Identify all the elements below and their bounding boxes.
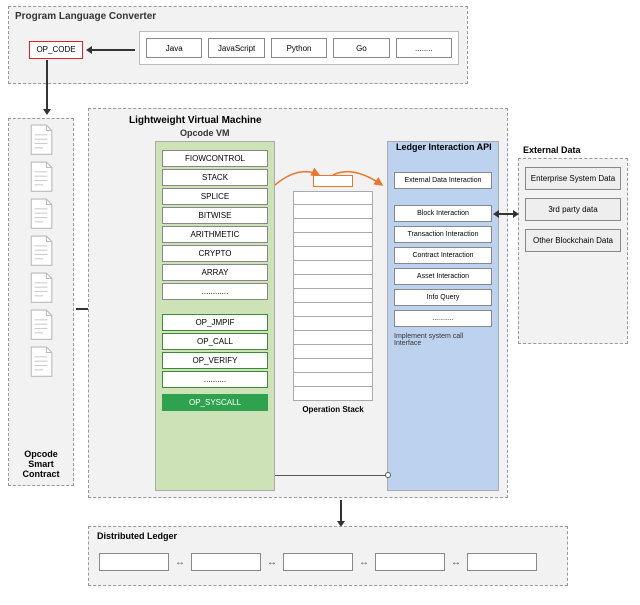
converter-title: Program Language Converter xyxy=(15,11,156,22)
cat-item: ............ xyxy=(162,283,268,300)
cat-item: SPLICE xyxy=(162,188,268,205)
document-icon xyxy=(28,124,54,156)
stack-row xyxy=(293,373,373,387)
stack-row xyxy=(293,205,373,219)
cat-item: CRYPTO xyxy=(162,245,268,262)
stack-row xyxy=(293,359,373,373)
stack-row xyxy=(293,233,373,247)
ext-item: Other Blockchain Data xyxy=(525,229,621,252)
stack-rows xyxy=(293,191,373,401)
stack-row xyxy=(293,275,373,289)
ext-item: 3rd party data xyxy=(525,198,621,221)
external-data-panel: External Data Enterprise System Data 3rd… xyxy=(518,158,628,344)
distributed-ledger-panel: Distributed Ledger ↔ ↔ ↔ ↔ xyxy=(88,526,568,586)
document-icon xyxy=(28,309,54,341)
stack-row xyxy=(293,289,373,303)
api-item: ........... xyxy=(394,310,492,327)
vm-title: Lightweight Virtual Machine xyxy=(129,115,262,126)
arrow-opcode-to-contract xyxy=(46,60,48,110)
ledger-api-items: External Data Interaction Block Interact… xyxy=(394,172,492,327)
api-item: Asset Interaction xyxy=(394,268,492,285)
cat-item: ARRAY xyxy=(162,264,268,281)
lang-item: ........ xyxy=(396,38,452,58)
op-item: OP_VERIFY xyxy=(162,352,268,369)
arrow-vm-to-ledger xyxy=(340,500,342,522)
external-data-interaction: External Data Interaction xyxy=(394,172,492,189)
arrow-ledger-to-external xyxy=(498,213,514,215)
lang-item: JavaScript xyxy=(208,38,264,58)
stack-row xyxy=(293,261,373,275)
cat-item: FIOWCONTROL xyxy=(162,150,268,167)
op-syscall: OP_SYSCALL xyxy=(162,394,268,411)
stack-row xyxy=(293,331,373,345)
syscall-connector-dot xyxy=(385,472,391,478)
ext-item: Enterprise System Data xyxy=(525,167,621,190)
stack-row xyxy=(293,303,373,317)
chain-link-icon: ↔ xyxy=(175,557,185,568)
opcode-smart-contract-panel: Opcode Smart Contract xyxy=(8,118,74,486)
api-item: Block Interaction xyxy=(394,205,492,222)
op-item: OP_JMPIF xyxy=(162,314,268,331)
cat-item: STACK xyxy=(162,169,268,186)
program-language-converter-panel: Program Language Converter OP_CODE Java … xyxy=(8,6,468,84)
opvm-title: Opcode VM xyxy=(180,128,230,138)
document-icon xyxy=(28,198,54,230)
cat-item: ARITHMETIC xyxy=(162,226,268,243)
block xyxy=(375,553,445,571)
chain-link-icon: ↔ xyxy=(267,557,277,568)
dl-title: Distributed Ledger xyxy=(97,531,177,541)
block xyxy=(283,553,353,571)
opcode-categories: FIOWCONTROL STACK SPLICE BITWISE ARITHME… xyxy=(162,150,268,300)
api-item: Contract Interaction xyxy=(394,247,492,264)
stack-row xyxy=(293,345,373,359)
stack-row xyxy=(293,317,373,331)
chain-link-icon: ↔ xyxy=(451,557,461,568)
lang-item: Java xyxy=(146,38,202,58)
external-title: External Data xyxy=(523,145,581,155)
stack-row xyxy=(293,387,373,401)
chain-link-icon: ↔ xyxy=(359,557,369,568)
opstack-caption: Operation Stack xyxy=(293,405,373,414)
syscall-note: Implement system call Interface xyxy=(388,333,498,347)
syscall-line xyxy=(275,475,387,476)
block xyxy=(191,553,261,571)
api-item: Info Query xyxy=(394,289,492,306)
block xyxy=(467,553,537,571)
ledger-api-title: Ledger Interaction API xyxy=(392,138,502,156)
document-icons xyxy=(9,124,73,378)
lightweight-vm-panel: Lightweight Virtual Machine Opcode VM FI… xyxy=(88,108,508,498)
stack-row xyxy=(293,191,373,205)
document-icon xyxy=(28,161,54,193)
op-item: OP_CALL xyxy=(162,333,268,350)
ledger-api-panel: Ledger Interaction API External Data Int… xyxy=(387,141,499,491)
stack-row xyxy=(293,247,373,261)
opcode-box: OP_CODE xyxy=(29,41,83,59)
opcode-vm-panel: Opcode VM FIOWCONTROL STACK SPLICE BITWI… xyxy=(155,141,275,491)
cat-item: BITWISE xyxy=(162,207,268,224)
language-row: Java JavaScript Python Go ........ xyxy=(139,31,459,65)
document-icon xyxy=(28,272,54,304)
block-chain: ↔ ↔ ↔ ↔ xyxy=(99,553,557,571)
op-item: .......... xyxy=(162,371,268,388)
lang-item: Go xyxy=(333,38,389,58)
operation-stack: Operation Stack xyxy=(293,175,373,485)
osc-caption: Opcode Smart Contract xyxy=(13,449,69,479)
block xyxy=(99,553,169,571)
stack-row xyxy=(293,219,373,233)
api-item: Transaction Interaction xyxy=(394,226,492,243)
document-icon xyxy=(28,346,54,378)
opcode-ops: OP_JMPIF OP_CALL OP_VERIFY .......... xyxy=(162,314,268,388)
document-icon xyxy=(28,235,54,267)
lang-item: Python xyxy=(271,38,327,58)
arrow-langs-to-opcode xyxy=(91,49,135,51)
